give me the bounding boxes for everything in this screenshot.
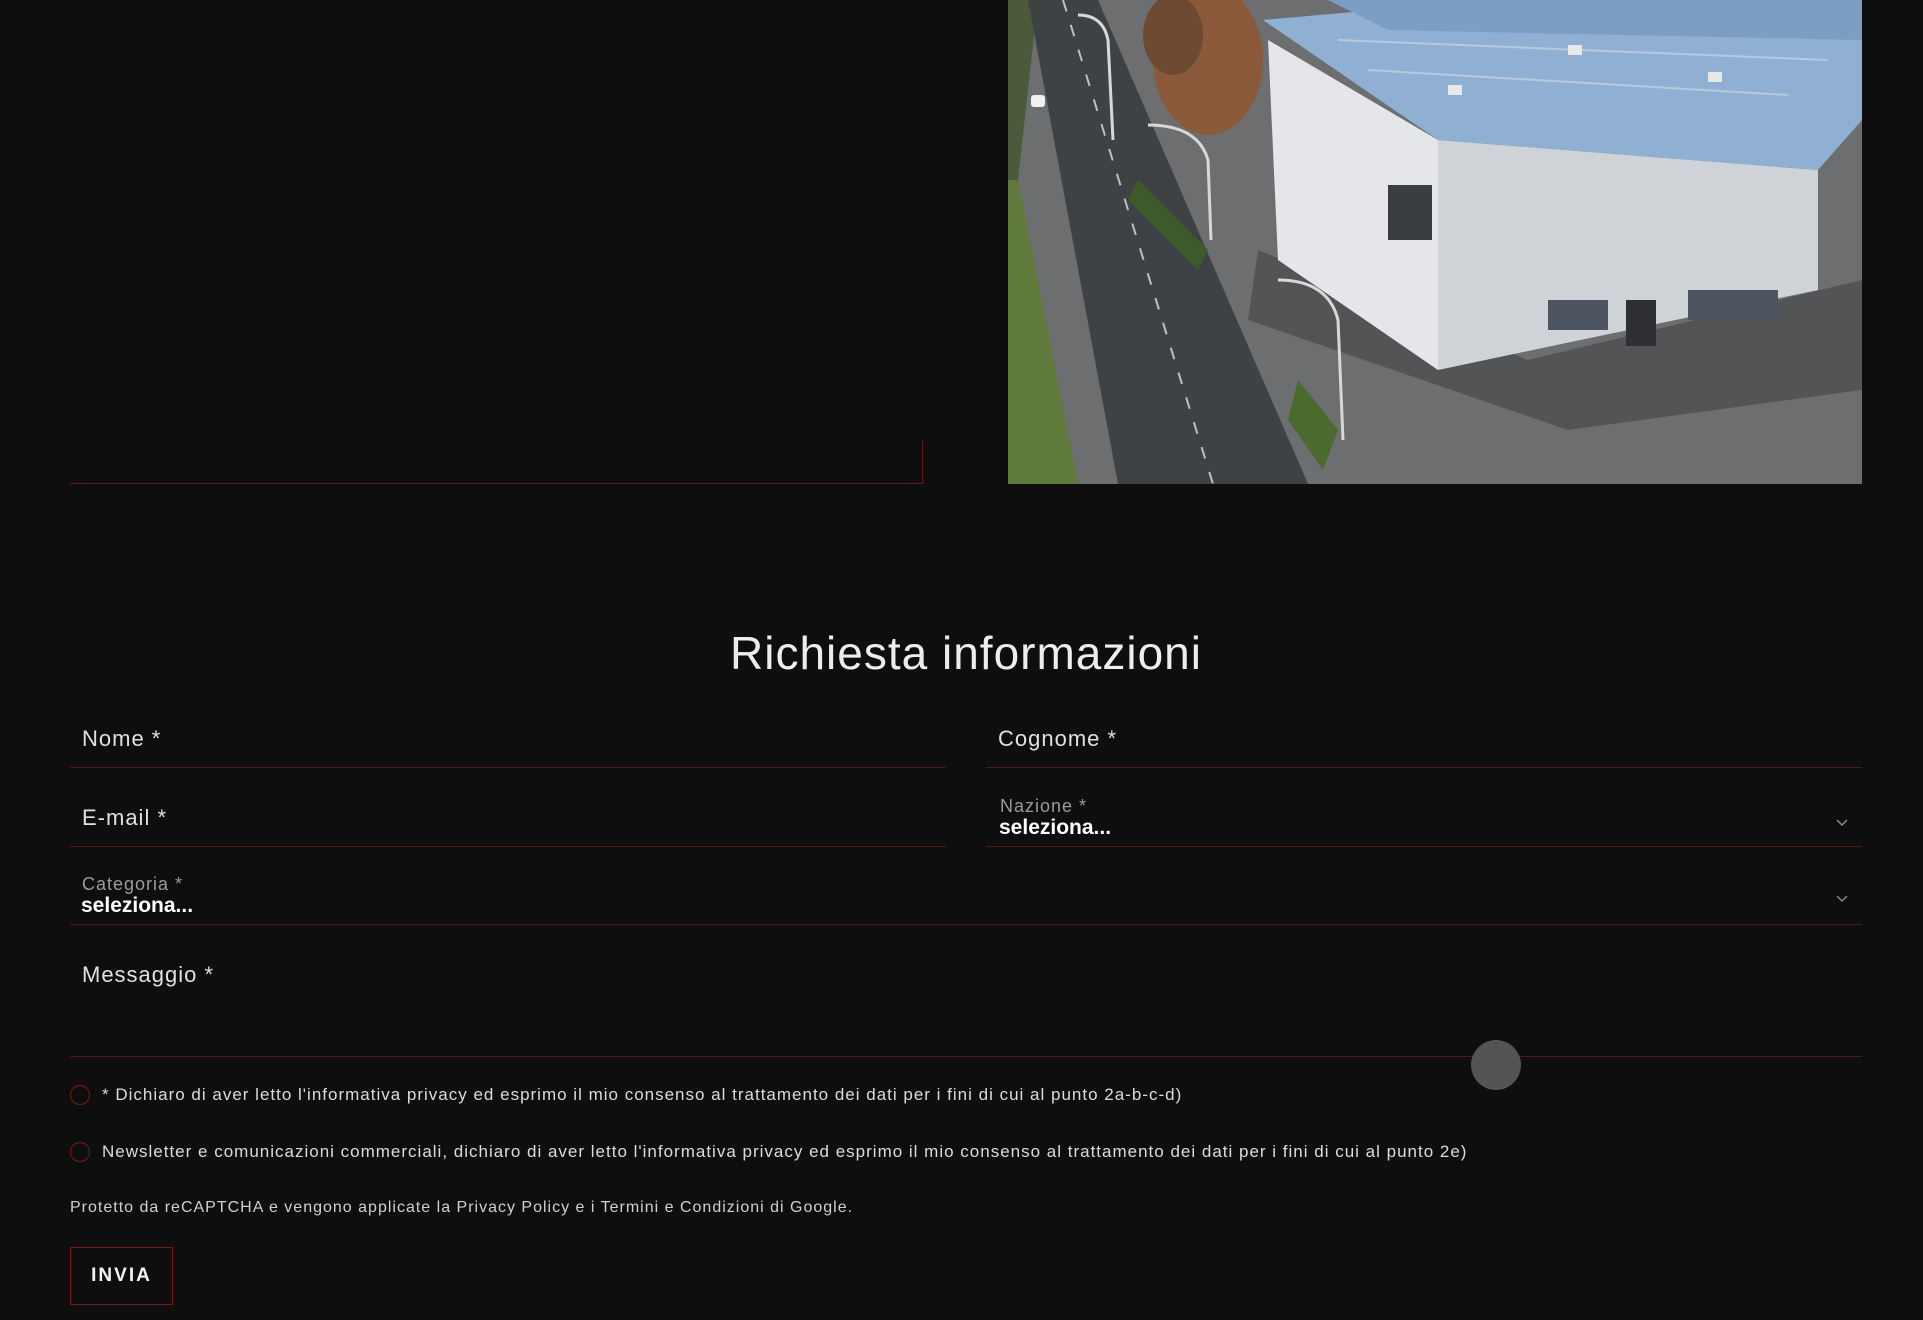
email-field[interactable]: E-mail *	[70, 796, 946, 847]
nome-field[interactable]: Nome *	[70, 718, 946, 768]
nome-label: Nome *	[82, 726, 162, 751]
privacy-consent-text: * Dichiaro di aver letto l'informativa p…	[102, 1085, 1183, 1104]
factory-aerial-photo	[1008, 0, 1862, 484]
cognome-field[interactable]: Cognome *	[986, 718, 1862, 768]
cursor-dot	[1471, 1040, 1521, 1090]
messaggio-label: Messaggio *	[82, 962, 215, 987]
page-title: Richiesta informazioni	[730, 627, 1202, 679]
nazione-value: seleziona...	[999, 816, 1112, 839]
newsletter-consent[interactable]: Newsletter e comunicazioni commerciali, …	[70, 1142, 1467, 1162]
chevron-down-icon[interactable]	[1836, 892, 1848, 904]
privacy-consent-radio[interactable]	[70, 1085, 90, 1105]
nazione-select[interactable]: Nazione * seleziona...	[986, 786, 1862, 847]
submit-button[interactable]: INVIA	[70, 1247, 173, 1305]
categoria-select[interactable]: Categoria * seleziona...	[70, 864, 1862, 925]
messaggio-textarea[interactable]: Messaggio *	[70, 950, 1862, 1057]
decorative-frame	[70, 0, 924, 484]
chevron-down-icon[interactable]	[1836, 816, 1848, 828]
recaptcha-notice: Protetto da reCAPTCHA e vengono applicat…	[70, 1199, 854, 1216]
nazione-label: Nazione *	[1000, 796, 1088, 816]
newsletter-consent-text: Newsletter e comunicazioni commerciali, …	[102, 1142, 1468, 1161]
frame-corner-line	[922, 441, 923, 483]
privacy-consent[interactable]: * Dichiaro di aver letto l'informativa p…	[70, 1085, 1182, 1105]
newsletter-consent-radio[interactable]	[70, 1142, 90, 1162]
cognome-label: Cognome *	[998, 726, 1118, 751]
email-label: E-mail *	[82, 805, 168, 830]
categoria-label: Categoria *	[82, 874, 184, 894]
categoria-value: seleziona...	[81, 894, 194, 917]
